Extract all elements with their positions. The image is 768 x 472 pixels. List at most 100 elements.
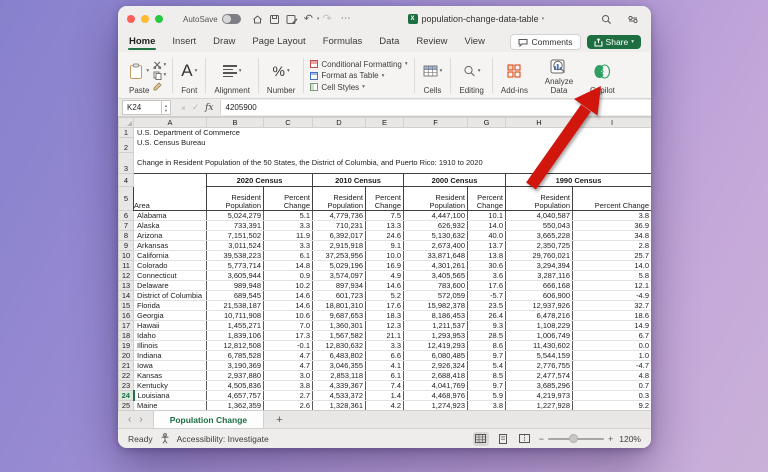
document-title-group[interactable]: X population-change-data-table ▾ [408, 14, 545, 24]
cell-r16-v5[interactable]: 8,186,453 [404, 311, 468, 321]
row-header-12[interactable]: 12 [119, 271, 134, 281]
copilot-button[interactable]: Copilot [588, 55, 617, 96]
cell-area-20[interactable]: Indiana [134, 351, 207, 361]
cell-area-25[interactable]: Maine [134, 401, 207, 411]
census-group-header-1[interactable]: 2020 Census [207, 174, 313, 187]
row-header-19[interactable]: 19 [119, 341, 134, 351]
more-commands-icon[interactable]: ⋯ [341, 14, 351, 24]
cell-r25-v1[interactable]: 1,362,359 [207, 401, 264, 411]
cell-r10-v8[interactable]: 25.7 [573, 251, 652, 261]
cell-r20-v8[interactable]: 1.0 [573, 351, 652, 361]
cell-r22-v5[interactable]: 2,688,418 [404, 371, 468, 381]
format-as-table-button[interactable]: Format as Table ▾ [310, 71, 407, 80]
cell-r21-v5[interactable]: 2,926,324 [404, 361, 468, 371]
app-options-icon[interactable] [627, 14, 639, 25]
share-button[interactable]: Share ▾ [587, 35, 641, 49]
cell-r19-v3[interactable]: 12,830,632 [313, 341, 366, 351]
cell-r15-v5[interactable]: 15,982,378 [404, 301, 468, 311]
cut-button[interactable]: ▾ [153, 61, 166, 69]
cell-area-18[interactable]: Idaho [134, 331, 207, 341]
cell-area-17[interactable]: Hawaii [134, 321, 207, 331]
cell-r25-v4[interactable]: 4.2 [366, 401, 404, 411]
cell-r9-v1[interactable]: 3,011,524 [207, 241, 264, 251]
cell-r15-v8[interactable]: 32.7 [573, 301, 652, 311]
cell-r14-v5[interactable]: 572,059 [404, 291, 468, 301]
row-header-14[interactable]: 14 [119, 291, 134, 301]
cell-r13-v1[interactable]: 989,948 [207, 281, 264, 291]
cell-r6-v2[interactable]: 5.1 [264, 211, 313, 221]
confirm-entry-icon[interactable]: ✓ [192, 102, 199, 113]
cell-r22-v7[interactable]: 2,477,574 [506, 371, 573, 381]
cell-r8-v6[interactable]: 40.0 [468, 231, 506, 241]
cell-r17-v5[interactable]: 1,211,537 [404, 321, 468, 331]
cell-r12-v3[interactable]: 3,574,097 [313, 271, 366, 281]
save-as-icon[interactable] [286, 14, 298, 25]
cell-r8-v1[interactable]: 7,151,502 [207, 231, 264, 241]
cell-r17-v4[interactable]: 12.3 [366, 321, 404, 331]
area-column-header[interactable]: Area [134, 174, 207, 211]
cell-area-15[interactable]: Florida [134, 301, 207, 311]
cell-r24-v8[interactable]: 0.3 [573, 391, 652, 401]
cell-area-14[interactable]: District of Columbia [134, 291, 207, 301]
cell-r20-v7[interactable]: 5,544,159 [506, 351, 573, 361]
cell-r19-v1[interactable]: 12,812,508 [207, 341, 264, 351]
cell-r7-v2[interactable]: 3.3 [264, 221, 313, 231]
cell-r8-v8[interactable]: 34.8 [573, 231, 652, 241]
name-box-stepper[interactable]: ▲ ▼ [162, 100, 171, 115]
cell-r24-v6[interactable]: 5.9 [468, 391, 506, 401]
cell-r25-v8[interactable]: 9.2 [573, 401, 652, 411]
cell-area-11[interactable]: Colorado [134, 261, 207, 271]
row-header-25[interactable]: 25 [119, 401, 134, 411]
cell-r7-v3[interactable]: 710,231 [313, 221, 366, 231]
cell-r16-v3[interactable]: 9,687,653 [313, 311, 366, 321]
cell-area-24[interactable]: Louisiana [134, 391, 207, 401]
cell-r20-v3[interactable]: 6,483,802 [313, 351, 366, 361]
cell-r16-v4[interactable]: 18.3 [366, 311, 404, 321]
resident-population-header-2[interactable]: Resident Population [313, 187, 366, 211]
cell-area-19[interactable]: Illinois [134, 341, 207, 351]
cell-r25-v2[interactable]: 2.6 [264, 401, 313, 411]
cell-area-22[interactable]: Kansas [134, 371, 207, 381]
census-group-header-3[interactable]: 2000 Census [404, 174, 506, 187]
cell-r15-v6[interactable]: 23.5 [468, 301, 506, 311]
minimize-window-button[interactable] [141, 15, 149, 23]
row-header-21[interactable]: 21 [119, 361, 134, 371]
cell-r23-v6[interactable]: 9.7 [468, 381, 506, 391]
cell-title-row-3[interactable]: Change in Resident Population of the 50 … [134, 153, 652, 174]
cell-r11-v1[interactable]: 5,773,714 [207, 261, 264, 271]
tab-insert[interactable]: Insert [171, 33, 197, 51]
cell-r15-v7[interactable]: 12,937,926 [506, 301, 573, 311]
cell-r10-v3[interactable]: 37,253,956 [313, 251, 366, 261]
tab-page-layout[interactable]: Page Layout [251, 33, 306, 51]
column-header-G[interactable]: G [468, 118, 506, 128]
cell-r12-v4[interactable]: 4.9 [366, 271, 404, 281]
cell-r9-v2[interactable]: 3.3 [264, 241, 313, 251]
cell-area-21[interactable]: Iowa [134, 361, 207, 371]
cell-r20-v6[interactable]: 9.7 [468, 351, 506, 361]
cell-r15-v3[interactable]: 18,801,310 [313, 301, 366, 311]
cell-r20-v4[interactable]: 6.6 [366, 351, 404, 361]
row-header-18[interactable]: 18 [119, 331, 134, 341]
cell-r10-v1[interactable]: 39,538,223 [207, 251, 264, 261]
cell-r7-v1[interactable]: 733,391 [207, 221, 264, 231]
zoom-in-button[interactable]: + [608, 434, 613, 444]
cell-r14-v7[interactable]: 606,900 [506, 291, 573, 301]
tab-home[interactable]: Home [128, 33, 156, 51]
name-box[interactable]: K24 [122, 100, 162, 115]
row-header-20[interactable]: 20 [119, 351, 134, 361]
tab-view[interactable]: View [464, 33, 486, 51]
font-button[interactable]: A▾ Font [179, 55, 199, 96]
cell-r15-v2[interactable]: 14.6 [264, 301, 313, 311]
cell-title-row-1[interactable]: U.S. Department of Commerce [134, 128, 652, 138]
tab-draw[interactable]: Draw [212, 33, 236, 51]
cell-r9-v5[interactable]: 2,673,400 [404, 241, 468, 251]
cell-r24-v2[interactable]: 2.7 [264, 391, 313, 401]
cell-title-row-2[interactable]: U.S. Census Bureau [134, 138, 652, 153]
cell-r22-v6[interactable]: 8.5 [468, 371, 506, 381]
close-window-button[interactable] [127, 15, 135, 23]
cell-r18-v7[interactable]: 1,006,749 [506, 331, 573, 341]
cell-r16-v7[interactable]: 6,478,216 [506, 311, 573, 321]
cell-r12-v5[interactable]: 3,405,565 [404, 271, 468, 281]
cell-r17-v6[interactable]: 9.3 [468, 321, 506, 331]
zoom-slider[interactable] [548, 438, 604, 440]
